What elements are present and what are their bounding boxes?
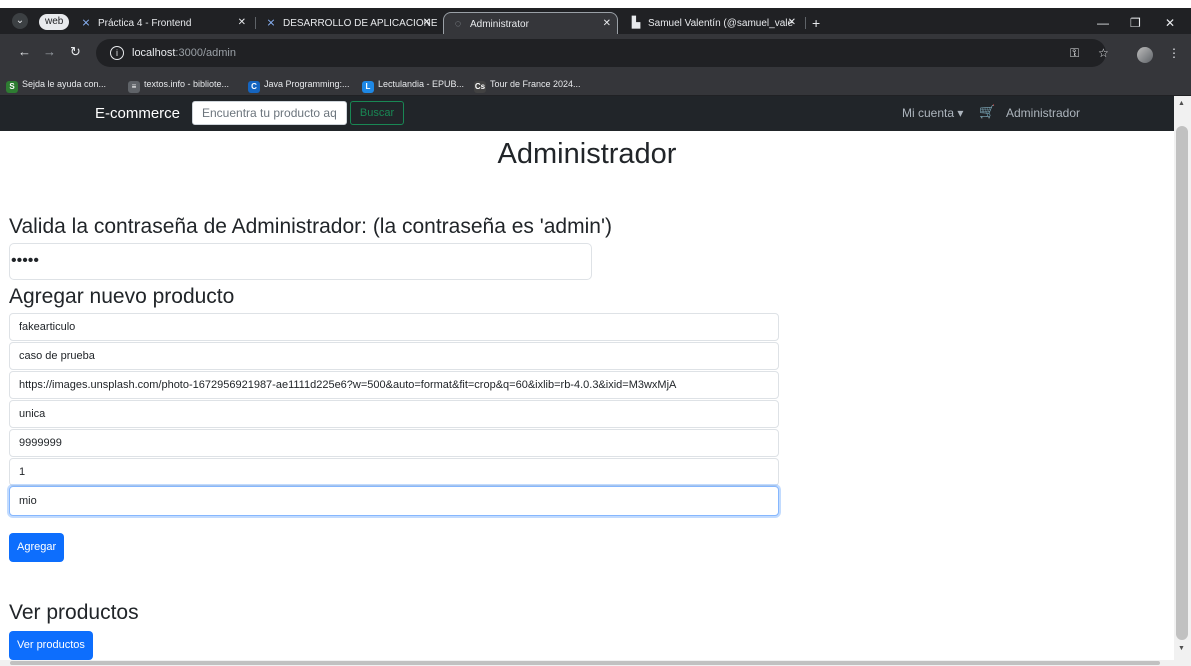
close-tab-icon[interactable]: ✕ [788, 12, 796, 34]
tab-samuel-valentin[interactable]: ▙ Samuel Valentín (@samuel_vale ✕ [630, 12, 802, 34]
back-arrow-icon[interactable]: ← [18, 44, 31, 60]
close-window-icon[interactable]: ✕ [1165, 12, 1175, 34]
bookmark-favicon-icon: S [6, 81, 18, 93]
menu-kebab-icon[interactable]: ⋮ [1168, 34, 1180, 72]
product-image-url-field[interactable]: https://images.unsplash.com/photo-167295… [9, 371, 779, 399]
product-price-field[interactable]: 9999999 [9, 429, 779, 457]
minimize-icon[interactable]: — [1097, 12, 1109, 34]
admin-password-field[interactable]: ••••• [9, 243, 592, 280]
site-info-icon[interactable]: i [110, 46, 124, 61]
profile-chip[interactable]: web [39, 14, 70, 30]
cart-icon[interactable]: 🛒 [979, 104, 995, 120]
tab-desarrollo[interactable]: ⨯ DESARROLLO DE APLICACIONE ✕ [265, 12, 437, 34]
restore-icon[interactable]: ❐ [1130, 12, 1141, 34]
close-tab-icon[interactable]: ✕ [423, 12, 431, 34]
product-owner-field[interactable]: mio [9, 486, 779, 516]
admin-link[interactable]: Administrador [1006, 105, 1080, 121]
tab-separator [805, 17, 806, 29]
forward-arrow-icon[interactable]: → [43, 44, 56, 60]
tab-favicon-icon: ◌ [454, 18, 462, 30]
account-dropdown[interactable]: Mi cuenta ▾ [902, 105, 963, 121]
scroll-up-arrow-icon[interactable]: ▲ [1178, 100, 1185, 107]
url-path: :3000/admin [175, 47, 236, 59]
tab-practica-frontend[interactable]: ⨯ Práctica 4 - Frontend ✕ [80, 12, 252, 34]
page-title: Administrador [497, 138, 677, 170]
browser-toolbar: ← → ↻ i localhost:3000/admin ⚿ ☆ ⋮ [0, 34, 1191, 72]
url-host: localhost [132, 47, 176, 59]
tab-title: DESARROLLO DE APLICACIONE [283, 18, 437, 29]
window-top-strip [0, 0, 1191, 8]
product-stock-field[interactable]: 1 [9, 458, 779, 486]
tab-title: Administrator [470, 19, 529, 30]
bookmark-lectulandia[interactable]: L Lectulandia - EPUB... [362, 77, 465, 93]
address-bar[interactable]: i localhost:3000/admin [96, 39, 1106, 67]
tab-search-chevron-icon[interactable]: ⌄ [12, 13, 28, 29]
close-tab-icon[interactable]: ✕ [603, 13, 611, 34]
close-tab-icon[interactable]: ✕ [238, 12, 246, 34]
bookmarks-bar: S Sejda le ayuda con... ≡ textos.info - bi… [0, 72, 1191, 96]
tab-administrator[interactable]: ◌ Administrator ✕ [443, 12, 618, 34]
bookmark-java-programming[interactable]: C Java Programming:... [248, 77, 350, 93]
tab-separator [255, 17, 256, 29]
bookmark-label: Lectulandia - EPUB... [378, 79, 465, 89]
bookmark-label: Sejda le ayuda con... [22, 79, 107, 89]
profile-avatar[interactable] [1137, 47, 1153, 63]
tab-favicon-icon: ▙ [631, 17, 641, 29]
bookmark-favicon-icon: Cs [474, 81, 486, 93]
view-products-heading: Ver productos [9, 601, 139, 624]
tab-title: Práctica 4 - Frontend [98, 18, 192, 29]
bookmark-favicon-icon: L [362, 81, 374, 93]
bookmark-star-icon[interactable]: ☆ [1098, 34, 1109, 72]
product-name-field[interactable]: fakearticulo [9, 313, 779, 341]
new-tab-button[interactable]: + [812, 12, 820, 34]
product-size-field[interactable]: unica [9, 400, 779, 428]
bookmark-sejda[interactable]: S Sejda le ayuda con... [6, 77, 107, 93]
add-product-heading: Agregar nuevo producto [9, 285, 235, 308]
password-heading: Valida la contraseña de Administrador: (… [9, 215, 612, 238]
tab-favicon-icon: ⨯ [81, 17, 91, 29]
search-button[interactable]: Buscar [350, 101, 404, 125]
vertical-scroll-thumb[interactable] [1176, 126, 1188, 640]
bookmark-textos-info[interactable]: ≡ textos.info - bibliote... [128, 77, 230, 93]
add-product-button[interactable]: Agregar [9, 533, 65, 562]
brand-link[interactable]: E-commerce [95, 104, 180, 124]
site-navbar: E-commerce Encuentra tu producto aq Busc… [0, 96, 1174, 131]
bookmark-tour-de-france[interactable]: Cs Tour de France 2024... [474, 77, 581, 93]
reload-icon[interactable]: ↻ [70, 44, 81, 60]
bookmark-favicon-icon: ≡ [128, 81, 140, 93]
tab-title: Samuel Valentín (@samuel_vale [648, 18, 794, 29]
bookmark-favicon-icon: C [248, 81, 260, 93]
bookmark-label: Java Programming:... [264, 79, 350, 89]
bookmark-label: textos.info - bibliote... [144, 79, 230, 89]
password-key-icon[interactable]: ⚿ [1070, 34, 1079, 72]
horizontal-scroll-thumb[interactable] [10, 661, 1160, 665]
scroll-down-arrow-icon[interactable]: ▼ [1178, 645, 1185, 652]
page-content: E-commerce Encuentra tu producto aq Busc… [0, 96, 1174, 660]
tab-favicon-icon: ⨯ [266, 17, 276, 29]
bookmark-label: Tour de France 2024... [490, 79, 581, 89]
search-input[interactable]: Encuentra tu producto aq [192, 101, 347, 125]
product-description-field[interactable]: caso de prueba [9, 342, 779, 370]
view-products-button[interactable]: Ver productos [9, 631, 93, 660]
